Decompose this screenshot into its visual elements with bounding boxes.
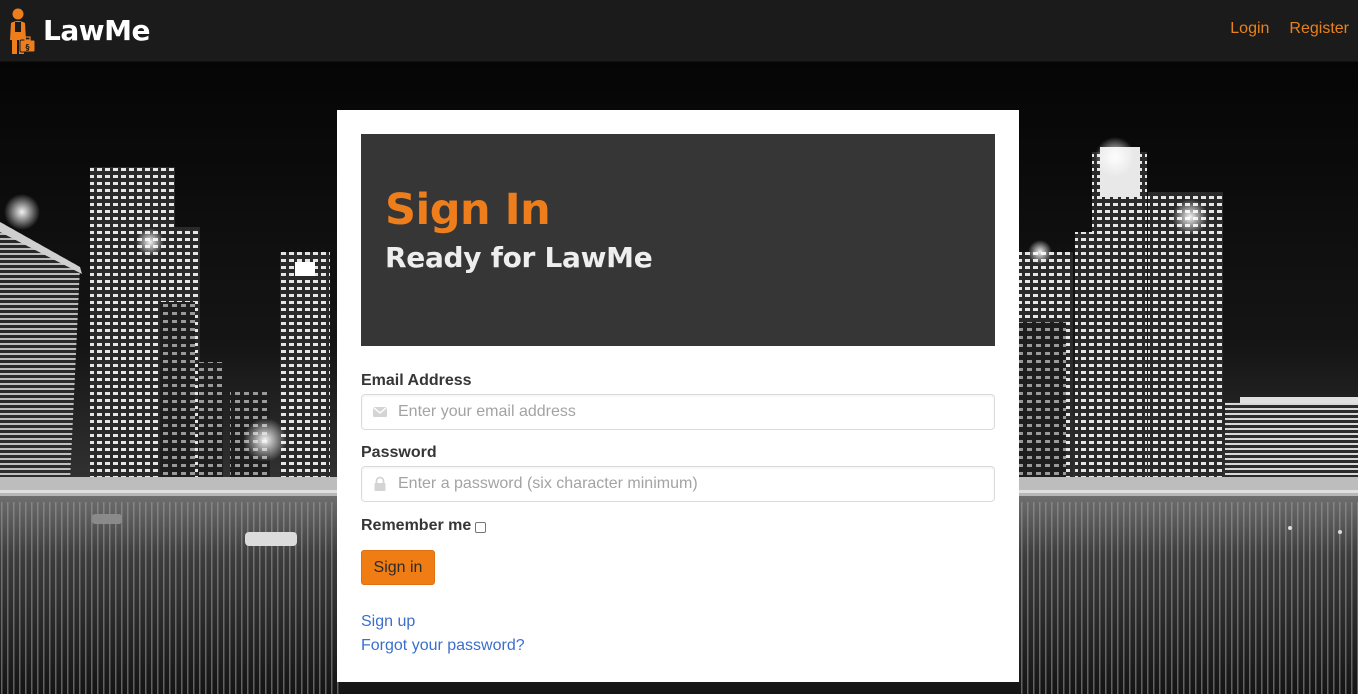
remember-me-label: Remember me xyxy=(361,517,472,534)
email-field[interactable] xyxy=(361,394,995,430)
password-field[interactable] xyxy=(361,466,995,502)
email-input[interactable] xyxy=(398,395,988,429)
nav-login-link[interactable]: Login xyxy=(1230,20,1269,38)
page-subtitle: Ready for LawMe xyxy=(385,241,653,274)
nav-register-link[interactable]: Register xyxy=(1289,20,1349,38)
lock-icon xyxy=(374,476,386,491)
email-label: Email Address xyxy=(361,372,472,389)
sign-in-hero: Sign In Ready for LawMe xyxy=(361,134,995,346)
lawyer-with-briefcase-icon: § xyxy=(10,8,36,54)
password-input[interactable] xyxy=(398,467,988,501)
nav-links: Login Register xyxy=(1230,20,1349,38)
password-label: Password xyxy=(361,444,437,461)
forgot-password-link[interactable]: Forgot your password? xyxy=(361,637,525,655)
brand-home-link[interactable]: § LawMe xyxy=(6,6,150,56)
svg-text:§: § xyxy=(26,43,30,52)
envelope-icon xyxy=(373,406,387,417)
sign-in-button[interactable]: Sign in xyxy=(361,550,435,585)
remember-me-checkbox[interactable] xyxy=(475,522,487,533)
remember-me-row: Remember me xyxy=(361,517,487,535)
sign-up-link[interactable]: Sign up xyxy=(361,613,415,631)
brand-name: LawMe xyxy=(43,14,150,47)
top-navbar: § LawMe Login Register xyxy=(0,0,1358,62)
sign-in-card: Sign In Ready for LawMe Email Address Pa… xyxy=(337,110,1019,682)
page-title: Sign In xyxy=(385,185,551,235)
